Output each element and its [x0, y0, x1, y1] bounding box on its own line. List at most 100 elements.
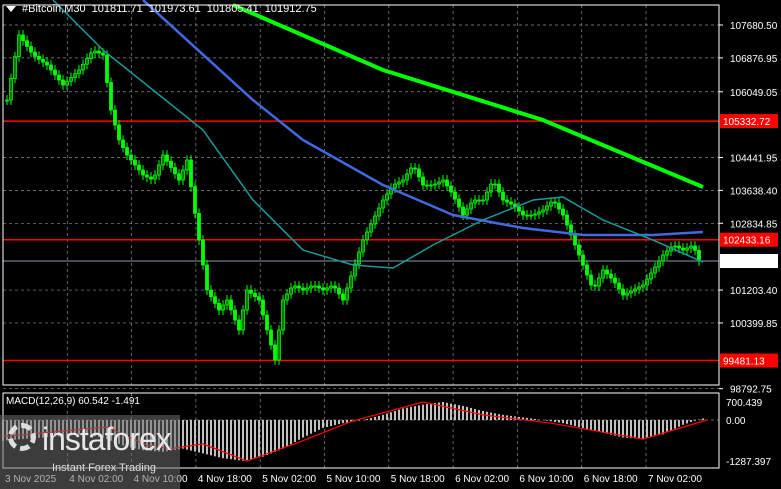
candle-body [501, 191, 505, 201]
level-price-label: 99481.13 [723, 357, 765, 368]
candle-body [449, 185, 453, 193]
price-tick-label: 106049.05 [730, 88, 778, 99]
candle-body [341, 293, 345, 301]
macd-label: MACD(12,26,9) 60.542 -1.491 [6, 396, 140, 407]
level-price-label: 102433.16 [723, 236, 771, 247]
candle-body [137, 164, 141, 171]
candle-body [333, 285, 337, 289]
moving-average-line [232, 3, 704, 189]
candle-body [109, 82, 113, 111]
close-value: 101912.75 [264, 3, 317, 15]
moving-average-line [52, 0, 704, 269]
collapse-triangle-icon[interactable] [6, 6, 16, 13]
candle-body [321, 287, 325, 291]
price-tick-label: 106876.95 [730, 54, 778, 65]
price-tick-label: 104441.95 [730, 154, 778, 165]
candle-body [101, 52, 105, 56]
candle-body [421, 176, 425, 186]
gear-logo-icon [8, 423, 36, 451]
time-tick-label: 6 Nov 10:00 [519, 474, 573, 485]
candle-body [521, 210, 525, 216]
watermark-brand: instaforex [42, 421, 172, 457]
candle-body [97, 50, 101, 54]
candle-body [509, 201, 513, 205]
candle-body [209, 289, 213, 298]
candle-body [233, 309, 237, 321]
candle-body [417, 168, 421, 178]
level-price-label: 105332.72 [723, 117, 771, 128]
candle-body [205, 264, 209, 291]
price-tick-label: 103638.40 [730, 186, 778, 197]
candle-body [257, 296, 261, 301]
candle-body [445, 179, 449, 187]
candle-body [197, 212, 201, 241]
candle-body [249, 289, 253, 294]
candle-body [497, 183, 501, 193]
candle-body [585, 264, 589, 276]
candle-body [273, 344, 277, 361]
price-tick-label: 102834.85 [730, 219, 778, 230]
candle-body [229, 299, 233, 311]
watermark: instaforex Instant Forex Trading [0, 415, 180, 489]
candle-body [145, 174, 149, 178]
time-tick-label: 6 Nov 02:00 [455, 474, 509, 485]
candle-body [681, 247, 685, 251]
candle-body [517, 206, 521, 212]
candle-body [693, 245, 697, 251]
candle-body [33, 51, 37, 57]
current-price-label: 101912.75 [723, 257, 771, 268]
candle-body [49, 64, 53, 71]
high-value: 101973.61 [148, 3, 201, 15]
candle-body [557, 202, 561, 210]
candle-body [561, 208, 565, 216]
candle-body [621, 288, 625, 296]
chart-header: #Bitcoin,M30 101811.71 101973.61 101805.41 1… [6, 3, 323, 15]
candle-body [617, 282, 621, 290]
time-tick-label: 6 Nov 18:00 [584, 474, 638, 485]
candle-body [133, 159, 137, 166]
candle-body [141, 169, 145, 176]
candle-body [457, 198, 461, 208]
candle-body [217, 302, 221, 311]
candle-body [149, 176, 153, 180]
candle-body [413, 167, 417, 170]
time-tick-label: 5 Nov 18:00 [391, 474, 445, 485]
price-tick-label: 101203.40 [730, 286, 778, 297]
moving-average-line [142, 0, 704, 237]
candle-body [165, 154, 169, 162]
time-tick-label: 4 Nov 18:00 [198, 474, 252, 485]
candle-body [29, 46, 33, 53]
watermark-tagline: Instant Forex Trading [52, 462, 156, 474]
price-tick-label: 98792.75 [730, 385, 772, 396]
candle-body [25, 40, 29, 47]
candle-body [461, 206, 465, 216]
candle-body [613, 277, 617, 284]
open-value: 101811.71 [91, 3, 143, 15]
candle-body [117, 124, 121, 141]
level-lines [3, 120, 719, 362]
candle-body [173, 167, 177, 175]
macd-tick-label: 700.439 [726, 398, 763, 409]
candle-body [577, 244, 581, 256]
candles [5, 30, 701, 365]
candle-body [593, 284, 597, 287]
price-tick-label: 100399.85 [730, 319, 778, 330]
price-axis: 107680.50 106876.95 106049.05 104441.95 1036… [719, 21, 778, 468]
candle-body [53, 69, 57, 76]
candle-body [57, 74, 61, 81]
candle-body [129, 154, 133, 161]
candle-body [265, 314, 269, 331]
symbol-label: #Bitcoin,M30 [22, 3, 86, 15]
macd-tick-label: -1287.397 [726, 457, 771, 468]
macd-tick-label: 0.00 [726, 416, 746, 427]
time-tick-label: 7 Nov 02:00 [648, 474, 702, 485]
candle-body [193, 186, 197, 214]
low-value: 101805.41 [206, 3, 259, 15]
candle-body [573, 234, 577, 246]
candle-body [589, 274, 593, 286]
candle-body [177, 173, 181, 181]
candle-body [45, 61, 49, 66]
candle-body [609, 273, 613, 279]
candle-body [169, 160, 173, 168]
candle-body [565, 214, 569, 226]
